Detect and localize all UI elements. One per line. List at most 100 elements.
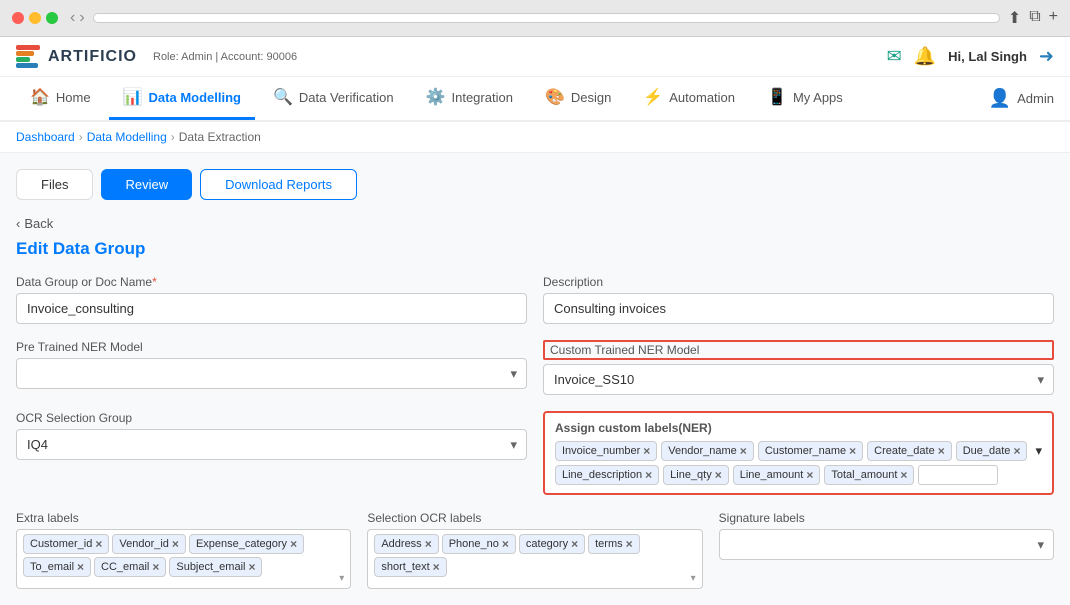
bell-icon[interactable]: 🔔 — [914, 46, 936, 67]
tag-short-text: short_text × — [374, 557, 446, 577]
remove-line-description[interactable]: × — [645, 468, 652, 482]
tag-line-description: Line_description × — [555, 465, 659, 485]
nav-item-design[interactable]: 🎨 Design — [531, 77, 625, 120]
remove-customer-id[interactable]: × — [95, 537, 102, 551]
nav-label-automation: Automation — [669, 90, 735, 105]
remove-cc-email[interactable]: × — [152, 560, 159, 574]
tag-terms: terms × — [588, 534, 640, 554]
extra-tags-row1: Customer_id × Vendor_id × Expense_catego… — [23, 534, 344, 554]
custom-trained-select[interactable]: Invoice_SS10 — [543, 364, 1054, 395]
home-icon: 🏠 — [30, 87, 50, 107]
tag-cc-email: CC_email × — [94, 557, 166, 577]
nav-item-automation[interactable]: ⚡ Automation — [629, 77, 749, 120]
extra-labels-label: Extra labels — [16, 511, 351, 525]
admin-icon: 👤 — [989, 88, 1011, 109]
add-tab-icon[interactable]: + — [1049, 8, 1058, 28]
description-input[interactable] — [543, 293, 1054, 324]
nav-label-home: Home — [56, 90, 91, 105]
scroll-indicator-right: ▾ — [1035, 443, 1042, 459]
ner-tag-input[interactable] — [918, 465, 998, 485]
ner-tags-row1: Invoice_number × Vendor_name × Customer_… — [555, 441, 1042, 461]
breadcrumb-data-modelling[interactable]: Data Modelling — [87, 130, 167, 144]
window-icon[interactable]: ⧉ — [1029, 8, 1040, 28]
tab-row: Files Review Download Reports — [16, 169, 1054, 200]
design-icon: 🎨 — [545, 87, 565, 107]
tl-yellow[interactable] — [29, 12, 41, 24]
forward-arrow[interactable]: › — [79, 9, 84, 27]
description-group: Description — [543, 275, 1054, 324]
tag-total-amount: Total_amount × — [824, 465, 914, 485]
tab-download-reports[interactable]: Download Reports — [200, 169, 357, 200]
assign-labels-group: Assign custom labels(NER) Invoice_number… — [543, 411, 1054, 495]
automation-icon: ⚡ — [643, 87, 663, 107]
breadcrumb-sep-1: › — [79, 130, 83, 144]
back-link[interactable]: ‹ Back — [16, 216, 53, 231]
remove-phone-no[interactable]: × — [502, 537, 509, 551]
tag-phone-no: Phone_no × — [442, 534, 516, 554]
content: Files Review Download Reports ‹ Back Edi… — [0, 153, 1070, 605]
form-row-3: OCR Selection Group IQ4 Assign custom la… — [16, 411, 1054, 495]
nav-label-data-verification: Data Verification — [299, 90, 394, 105]
browser-actions: ⬆ ⧉ + — [1008, 8, 1058, 28]
traffic-lights — [12, 12, 58, 24]
remove-invoice-number[interactable]: × — [643, 444, 650, 458]
share-icon[interactable]: ⬆ — [1008, 8, 1021, 28]
breadcrumb-sep-2: › — [171, 130, 175, 144]
form-row-2: Pre Trained NER Model Custom Trained NER… — [16, 340, 1054, 395]
assign-labels-title: Assign custom labels(NER) — [555, 421, 1042, 435]
logout-icon[interactable]: ➜ — [1039, 46, 1054, 67]
remove-address[interactable]: × — [425, 537, 432, 551]
browser-chrome: ‹ › ⬆ ⧉ + — [0, 0, 1070, 37]
remove-vendor-name[interactable]: × — [740, 444, 747, 458]
remove-line-amount[interactable]: × — [806, 468, 813, 482]
tag-category: category × — [519, 534, 585, 554]
tab-files[interactable]: Files — [16, 169, 93, 200]
nav-label-design: Design — [571, 90, 611, 105]
doc-name-input[interactable] — [16, 293, 527, 324]
remove-vendor-id[interactable]: × — [172, 537, 179, 551]
mail-icon[interactable]: ✉ — [887, 46, 902, 67]
tl-green[interactable] — [46, 12, 58, 24]
tag-to-email: To_email × — [23, 557, 91, 577]
breadcrumb-dashboard[interactable]: Dashboard — [16, 130, 75, 144]
nav-item-my-apps[interactable]: 📱 My Apps — [753, 77, 857, 120]
ner-tags-row2: Line_description × Line_qty × Line_amoun… — [555, 465, 1042, 485]
tag-line-amount: Line_amount × — [733, 465, 821, 485]
pre-trained-select[interactable] — [16, 358, 527, 389]
remove-short-text[interactable]: × — [433, 560, 440, 574]
remove-line-qty[interactable]: × — [715, 468, 722, 482]
nav-item-home[interactable]: 🏠 Home — [16, 77, 105, 120]
nav-items: 🏠 Home 📊 Data Modelling 🔍 Data Verificat… — [16, 77, 857, 120]
ocr-select-wrap: IQ4 — [16, 429, 527, 460]
selection-ocr-container[interactable]: Address × Phone_no × category × terms × … — [367, 529, 702, 589]
ocr-select[interactable]: IQ4 — [16, 429, 527, 460]
nav-item-integration[interactable]: ⚙️ Integration — [412, 77, 527, 120]
remove-create-date[interactable]: × — [938, 444, 945, 458]
nav-item-data-verification[interactable]: 🔍 Data Verification — [259, 77, 408, 120]
remove-total-amount[interactable]: × — [900, 468, 907, 482]
remove-to-email[interactable]: × — [77, 560, 84, 574]
pre-trained-label: Pre Trained NER Model — [16, 340, 527, 354]
pre-trained-select-wrap — [16, 358, 527, 389]
remove-category[interactable]: × — [571, 537, 578, 551]
tag-vendor-name: Vendor_name × — [661, 441, 754, 461]
tab-review[interactable]: Review — [101, 169, 192, 200]
tl-red[interactable] — [12, 12, 24, 24]
custom-trained-select-wrap: Invoice_SS10 — [543, 364, 1054, 395]
greeting: Hi, Lal Singh — [948, 49, 1027, 64]
remove-subject-email[interactable]: × — [248, 560, 255, 574]
nav-item-data-modelling[interactable]: 📊 Data Modelling — [109, 77, 255, 120]
doc-name-label: Data Group or Doc Name* — [16, 275, 527, 289]
remove-expense-category[interactable]: × — [290, 537, 297, 551]
back-arrow[interactable]: ‹ — [70, 9, 75, 27]
remove-terms[interactable]: × — [626, 537, 633, 551]
remove-customer-name[interactable]: × — [849, 444, 856, 458]
extra-labels-container[interactable]: Customer_id × Vendor_id × Expense_catego… — [16, 529, 351, 589]
nav-admin-label: Admin — [1017, 91, 1054, 106]
url-bar[interactable] — [93, 13, 1000, 23]
back-arrow-icon: ‹ — [16, 216, 20, 231]
logo-icon — [16, 45, 40, 68]
remove-due-date[interactable]: × — [1013, 444, 1020, 458]
extra-labels-group: Extra labels Customer_id × Vendor_id × E… — [16, 511, 351, 589]
nav-arrows: ‹ › — [70, 9, 85, 27]
